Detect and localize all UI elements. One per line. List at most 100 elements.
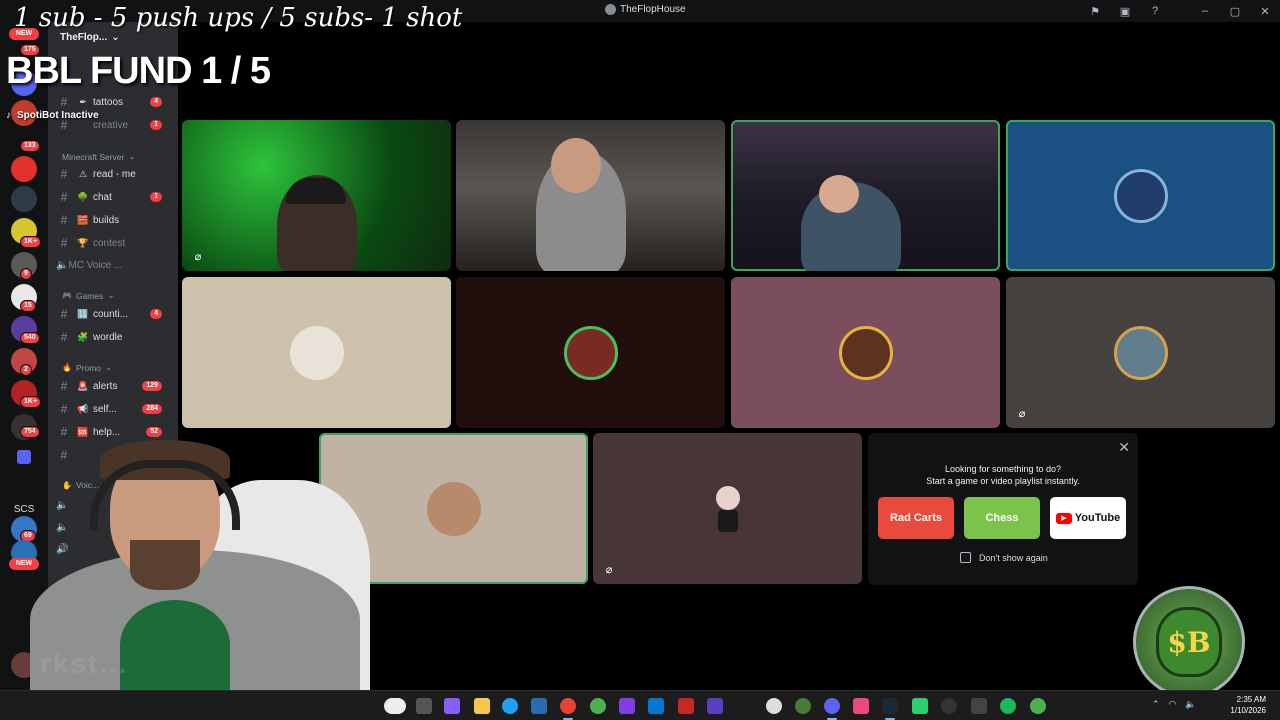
channel-item-builds[interactable]: # 🧱 builds — [56, 211, 174, 229]
unread-count: 284 — [142, 404, 162, 414]
hash-icon: # — [60, 425, 68, 439]
activity-suggestions-panel: ✕ Looking for something to do? Start a g… — [868, 433, 1138, 585]
channel-label: read - me — [93, 168, 136, 180]
volume-icon[interactable]: 🔈 — [1185, 699, 1196, 710]
app-icon[interactable] — [619, 698, 635, 714]
app-icon[interactable] — [648, 698, 664, 714]
unread-count: 4 — [150, 309, 162, 319]
channel-label: alerts — [93, 380, 118, 392]
video-tile-2[interactable] — [456, 120, 725, 271]
file-explorer-icon[interactable] — [474, 698, 490, 714]
server-icon-4[interactable] — [11, 186, 37, 212]
category-minecraft[interactable]: Minecraft Server ⌄ — [62, 151, 135, 162]
unread-count: 129 — [142, 381, 162, 391]
server-name-header[interactable]: TheFlop... ⌄ — [60, 32, 120, 43]
category-label: Games — [75, 290, 104, 301]
steam-icon[interactable] — [882, 698, 898, 714]
help-icon[interactable]: ? — [1140, 0, 1170, 22]
task-view-icon[interactable] — [416, 698, 432, 714]
channel-item-contest[interactable]: # 🏆 contest — [56, 234, 174, 252]
chrome-icon[interactable] — [560, 698, 576, 714]
maximize-button[interactable]: ▢ — [1220, 0, 1250, 22]
channel-label: self... — [93, 403, 117, 415]
checkbox[interactable] — [960, 552, 971, 563]
mention-badge: 1K+ — [20, 236, 42, 248]
app-icon[interactable] — [795, 698, 811, 714]
avatar — [705, 481, 750, 536]
voice-channel-mc[interactable]: 🔈 MC Voice ... — [56, 256, 174, 274]
channel-emoji: ✒ — [79, 96, 87, 107]
channel-item-chat[interactable]: # 🌳 chat 1 — [56, 188, 174, 206]
channel-item-alerts[interactable]: # 🚨 alerts 129 — [56, 377, 174, 395]
channel-label: chat — [93, 191, 112, 203]
discord-icon[interactable] — [824, 698, 840, 714]
chevron-up-icon[interactable]: ⌃ — [1152, 699, 1160, 710]
mic-muted-icon: ⌀ — [605, 564, 613, 576]
obs-icon[interactable] — [941, 698, 957, 714]
app-icon[interactable] — [912, 698, 928, 714]
hash-icon: # — [60, 236, 68, 250]
video-tile-10[interactable]: ⌀ — [593, 433, 862, 584]
mention-badge: 9 — [20, 268, 32, 280]
channel-item-wordle[interactable]: # 🧩 wordle — [56, 328, 174, 346]
video-tile-3[interactable] — [731, 120, 1000, 271]
wifi-icon[interactable]: ◠ — [1169, 699, 1177, 710]
close-icon[interactable]: ✕ — [1118, 439, 1130, 456]
video-tile-8[interactable]: ⌀ — [1006, 277, 1275, 428]
dont-show-again-checkbox[interactable]: Don't show again — [960, 552, 1048, 563]
edge-icon[interactable] — [502, 698, 518, 714]
channel-item-read-me[interactable]: # ⚠ read - me — [56, 165, 174, 183]
search-icon[interactable] — [384, 698, 406, 714]
unread-count: 52 — [146, 427, 162, 437]
app-icon[interactable] — [853, 698, 869, 714]
app-icon[interactable] — [766, 698, 782, 714]
puzzle-icon: 🧩 — [77, 331, 89, 342]
activity-card-chess[interactable]: Chess — [964, 497, 1040, 539]
spotibot-status: ♪ SpotiBot Inactive — [6, 110, 99, 121]
video-tile-5[interactable] — [182, 277, 451, 428]
activity-card-rad-carts[interactable]: Rad Carts — [878, 497, 954, 539]
window-title-text: TheFlopHouse — [620, 4, 686, 15]
channel-item-tattoos[interactable]: # ✒ tattoos 4 — [56, 93, 174, 111]
activity-card-youtube[interactable]: ▶ YouTube — [1050, 497, 1126, 539]
chrome-profile-icon[interactable] — [590, 698, 606, 714]
inbox-icon[interactable]: ▣ — [1110, 0, 1140, 22]
unread-count: 1 — [150, 120, 162, 130]
video-tile-1[interactable]: ⌀ — [182, 120, 451, 271]
avatar — [426, 481, 481, 536]
app-icon[interactable] — [678, 698, 694, 714]
system-tray[interactable]: ⌃ ◠ 🔈 — [1152, 699, 1197, 710]
mention-badge: 2 — [20, 364, 32, 376]
category-promo[interactable]: 🔥 Promo ⌄ — [62, 362, 112, 373]
app-icon[interactable] — [1030, 698, 1046, 714]
system-clock[interactable]: 2:35 AM 1/10/2026 — [1230, 694, 1266, 716]
app-icon[interactable] — [971, 698, 987, 714]
outlook-icon[interactable] — [531, 698, 547, 714]
video-tile-4[interactable] — [1006, 120, 1275, 271]
spotify-icon[interactable] — [1000, 698, 1016, 714]
youtube-play-icon: ▶ — [1055, 512, 1072, 524]
mention-badge: 754 — [20, 426, 40, 438]
hash-icon: # — [60, 190, 68, 204]
copilot-icon[interactable] — [444, 698, 460, 714]
channel-item-self-promo[interactable]: # 📢 self... 284 — [56, 400, 174, 418]
speaker-icon: 🔈 — [56, 259, 69, 271]
server-icon-3[interactable] — [11, 156, 37, 182]
flag-icon[interactable]: ⚑ — [1080, 0, 1110, 22]
activity-heading: Looking for something to do? — [944, 464, 1062, 474]
app-icon[interactable] — [707, 698, 723, 714]
category-games[interactable]: 🎮 Games ⌄ — [62, 290, 115, 301]
video-tile-6[interactable] — [456, 277, 725, 428]
activity-subheading: Start a game or video playlist instantly… — [926, 476, 1080, 486]
chevron-down-icon: ⌄ — [128, 151, 136, 161]
channel-item-help[interactable]: # 🆘 help... 52 — [56, 423, 174, 441]
unread-count: 1 — [150, 192, 162, 202]
channel-label: builds — [93, 214, 120, 226]
video-tile-7[interactable] — [731, 277, 1000, 428]
minimize-button[interactable]: – — [1190, 0, 1220, 22]
participant-face — [819, 175, 859, 213]
chevron-down-icon: ⌄ — [105, 362, 113, 372]
close-window-button[interactable]: ✕ — [1250, 0, 1280, 22]
channel-item-counting[interactable]: # 🔢 counti... 4 — [56, 305, 174, 323]
challenge-overlay-text: 1 sub - 5 push ups / 5 subs- 1 shot — [14, 3, 463, 33]
